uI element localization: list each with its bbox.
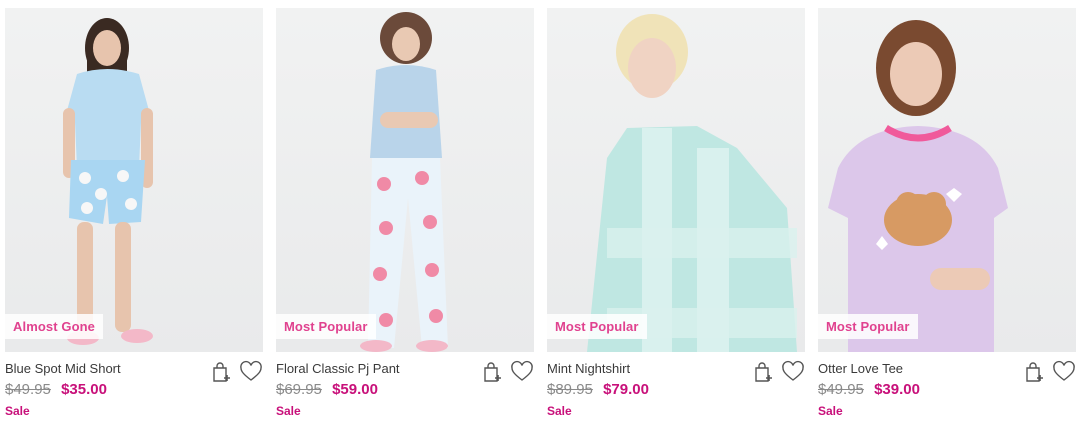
sale-price: $79.00 [603, 381, 649, 398]
product-name[interactable]: Otter Love Tee [818, 361, 903, 376]
card-actions [480, 360, 534, 384]
product-image[interactable]: Almost Gone [5, 8, 263, 352]
original-price: $69.95 [276, 381, 322, 398]
card-actions [1022, 360, 1076, 384]
status-badge: Almost Gone [5, 314, 103, 339]
sale-price: $35.00 [61, 381, 107, 398]
product-image[interactable]: Most Popular [547, 8, 805, 352]
sale-label: Sale [276, 404, 301, 418]
status-badge: Most Popular [547, 314, 647, 339]
heart-icon[interactable] [781, 360, 805, 384]
bag-add-icon[interactable] [1022, 360, 1046, 384]
bag-add-icon[interactable] [480, 360, 504, 384]
product-grid: Almost Gone Blue Spot Mid Short $49.95 $… [0, 0, 1080, 432]
original-price: $89.95 [547, 381, 593, 398]
product-card[interactable]: Most Popular Otter Love Tee $49.95 $39.0… [818, 8, 1076, 428]
product-image[interactable]: Most Popular [818, 8, 1076, 352]
price-row: $49.95 $35.00 [5, 381, 107, 398]
status-badge: Most Popular [276, 314, 376, 339]
product-card[interactable]: Most Popular Mint Nightshirt $89.95 $79.… [547, 8, 805, 428]
product-card[interactable]: Most Popular Floral Classic Pj Pant $69.… [276, 8, 534, 428]
original-price: $49.95 [818, 381, 864, 398]
sale-label: Sale [818, 404, 843, 418]
product-card[interactable]: Almost Gone Blue Spot Mid Short $49.95 $… [5, 8, 263, 428]
card-actions [209, 360, 263, 384]
status-badge: Most Popular [818, 314, 918, 339]
heart-icon[interactable] [239, 360, 263, 384]
heart-icon[interactable] [510, 360, 534, 384]
price-row: $49.95 $39.00 [818, 381, 920, 398]
bag-add-icon[interactable] [209, 360, 233, 384]
sale-label: Sale [547, 404, 572, 418]
product-name[interactable]: Mint Nightshirt [547, 361, 630, 376]
sale-label: Sale [5, 404, 30, 418]
price-row: $89.95 $79.00 [547, 381, 649, 398]
card-actions [751, 360, 805, 384]
sale-price: $59.00 [332, 381, 378, 398]
original-price: $49.95 [5, 381, 51, 398]
product-name[interactable]: Blue Spot Mid Short [5, 361, 121, 376]
sale-price: $39.00 [874, 381, 920, 398]
heart-icon[interactable] [1052, 360, 1076, 384]
product-image[interactable]: Most Popular [276, 8, 534, 352]
bag-add-icon[interactable] [751, 360, 775, 384]
price-row: $69.95 $59.00 [276, 381, 378, 398]
product-name[interactable]: Floral Classic Pj Pant [276, 361, 400, 376]
